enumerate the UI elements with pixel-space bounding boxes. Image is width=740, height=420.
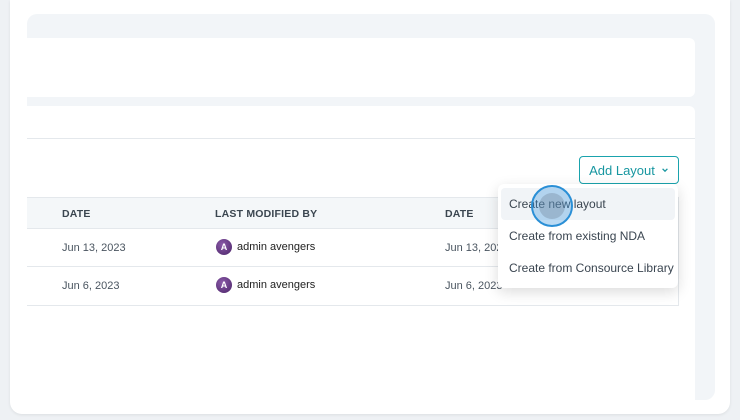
modified-by: A admin avengers [216, 277, 315, 293]
row-date: Jun 6, 2023 [62, 280, 120, 292]
row-date: Jun 13, 2023 [62, 242, 126, 254]
modified-by-name: admin avengers [237, 279, 316, 291]
column-header-date[interactable]: DATE [62, 208, 91, 220]
cursor-icon [539, 193, 565, 219]
add-layout-button[interactable]: Add Layout [579, 156, 679, 184]
menu-item-create-from-library[interactable]: Create from Consource Library [501, 252, 675, 284]
divider [27, 138, 695, 139]
avatar: A [216, 239, 232, 255]
modified-by: A admin avengers [216, 239, 315, 255]
column-header-modified-date[interactable]: DATE [445, 208, 474, 220]
avatar: A [216, 277, 232, 293]
header-card [27, 38, 695, 97]
chevron-down-icon [662, 168, 668, 173]
menu-item-create-new-layout[interactable]: Create new layout [501, 188, 675, 220]
menu-item-create-from-existing-nda[interactable]: Create from existing NDA [501, 220, 675, 252]
column-header-last-modified-by[interactable]: LAST MODIFIED BY [215, 208, 317, 220]
modified-by-name: admin avengers [237, 241, 316, 253]
add-layout-label: Add Layout [589, 162, 655, 178]
add-layout-dropdown: Create new layout Create from existing N… [498, 184, 678, 288]
row-modified-date: Jun 6, 2023 [445, 280, 503, 292]
